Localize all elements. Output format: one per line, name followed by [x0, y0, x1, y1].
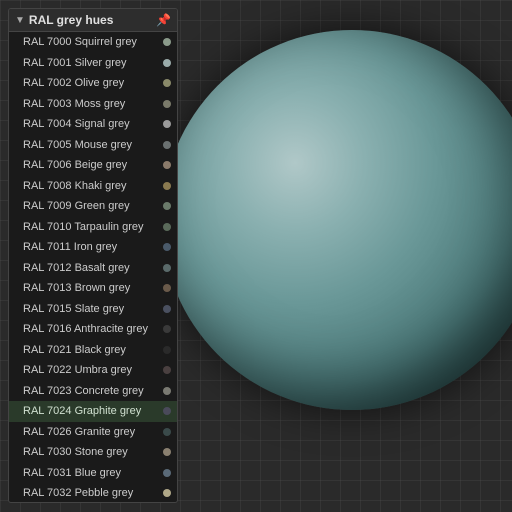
color-label: RAL 7032 Pebble grey — [23, 485, 133, 502]
color-list: RAL 7000 Squirrel grey RAL 7001 Silver gr… — [9, 32, 177, 502]
color-label: RAL 7005 Mouse grey — [23, 137, 132, 154]
list-item[interactable]: RAL 7026 Granite grey — [9, 422, 177, 443]
list-item[interactable]: RAL 7016 Anthracite grey — [9, 319, 177, 340]
color-label: RAL 7021 Black grey — [23, 342, 126, 359]
pin-icon[interactable]: 📌 — [156, 13, 171, 27]
color-label: RAL 7000 Squirrel grey — [23, 34, 137, 51]
color-dot — [163, 202, 171, 210]
color-dot — [163, 284, 171, 292]
color-dot — [163, 182, 171, 190]
list-item[interactable]: RAL 7004 Signal grey — [9, 114, 177, 135]
color-dot — [163, 325, 171, 333]
list-item[interactable]: RAL 7006 Beige grey — [9, 155, 177, 176]
color-label: RAL 7003 Moss grey — [23, 96, 125, 113]
color-label: RAL 7002 Olive grey — [23, 75, 124, 92]
list-item[interactable]: RAL 7008 Khaki grey — [9, 176, 177, 197]
list-item[interactable]: RAL 7023 Concrete grey — [9, 381, 177, 402]
color-label: RAL 7024 Graphite grey — [23, 403, 141, 420]
list-item[interactable]: RAL 7001 Silver grey — [9, 53, 177, 74]
color-dot — [163, 387, 171, 395]
color-label: RAL 7031 Blue grey — [23, 465, 121, 482]
color-label: RAL 7008 Khaki grey — [23, 178, 127, 195]
list-item[interactable]: RAL 7011 Iron grey — [9, 237, 177, 258]
panel-title: RAL grey hues — [29, 13, 113, 27]
list-item[interactable]: RAL 7013 Brown grey — [9, 278, 177, 299]
color-dot — [163, 141, 171, 149]
color-label: RAL 7015 Slate grey — [23, 301, 124, 318]
color-label: RAL 7009 Green grey — [23, 198, 130, 215]
color-label: RAL 7011 Iron grey — [23, 239, 117, 256]
color-label: RAL 7022 Umbra grey — [23, 362, 132, 379]
color-dot — [163, 346, 171, 354]
list-item[interactable]: RAL 7022 Umbra grey — [9, 360, 177, 381]
color-dot — [163, 366, 171, 374]
color-label: RAL 7006 Beige grey — [23, 157, 127, 174]
ral-grey-panel: ▼ RAL grey hues 📌 RAL 7000 Squirrel grey… — [8, 8, 178, 503]
color-label: RAL 7012 Basalt grey — [23, 260, 130, 277]
color-dot — [163, 59, 171, 67]
list-item[interactable]: RAL 7012 Basalt grey — [9, 258, 177, 279]
list-item[interactable]: RAL 7024 Graphite grey — [9, 401, 177, 422]
panel-header[interactable]: ▼ RAL grey hues 📌 — [9, 9, 177, 32]
list-item[interactable]: RAL 7010 Tarpaulin grey — [9, 217, 177, 238]
list-item[interactable]: RAL 7005 Mouse grey — [9, 135, 177, 156]
color-label: RAL 7001 Silver grey — [23, 55, 127, 72]
list-item[interactable]: RAL 7000 Squirrel grey — [9, 32, 177, 53]
list-item[interactable]: RAL 7003 Moss grey — [9, 94, 177, 115]
color-label: RAL 7023 Concrete grey — [23, 383, 144, 400]
color-dot — [163, 448, 171, 456]
color-dot — [163, 407, 171, 415]
list-item[interactable]: RAL 7030 Stone grey — [9, 442, 177, 463]
chevron-down-icon: ▼ — [15, 15, 25, 26]
color-label: RAL 7004 Signal grey — [23, 116, 130, 133]
planet-sphere — [162, 30, 512, 410]
color-dot — [163, 264, 171, 272]
color-label: RAL 7026 Granite grey — [23, 424, 135, 441]
color-dot — [163, 120, 171, 128]
list-item[interactable]: RAL 7021 Black grey — [9, 340, 177, 361]
color-label: RAL 7030 Stone grey — [23, 444, 128, 461]
color-label: RAL 7016 Anthracite grey — [23, 321, 148, 338]
color-label: RAL 7010 Tarpaulin grey — [23, 219, 143, 236]
color-label: RAL 7013 Brown grey — [23, 280, 130, 297]
color-dot — [163, 489, 171, 497]
color-dot — [163, 38, 171, 46]
list-item[interactable]: RAL 7031 Blue grey — [9, 463, 177, 484]
color-dot — [163, 79, 171, 87]
color-dot — [163, 243, 171, 251]
color-dot — [163, 428, 171, 436]
list-item[interactable]: RAL 7009 Green grey — [9, 196, 177, 217]
color-dot — [163, 223, 171, 231]
color-dot — [163, 305, 171, 313]
color-dot — [163, 100, 171, 108]
list-item[interactable]: RAL 7032 Pebble grey — [9, 483, 177, 502]
color-dot — [163, 161, 171, 169]
color-dot — [163, 469, 171, 477]
list-item[interactable]: RAL 7002 Olive grey — [9, 73, 177, 94]
list-item[interactable]: RAL 7015 Slate grey — [9, 299, 177, 320]
